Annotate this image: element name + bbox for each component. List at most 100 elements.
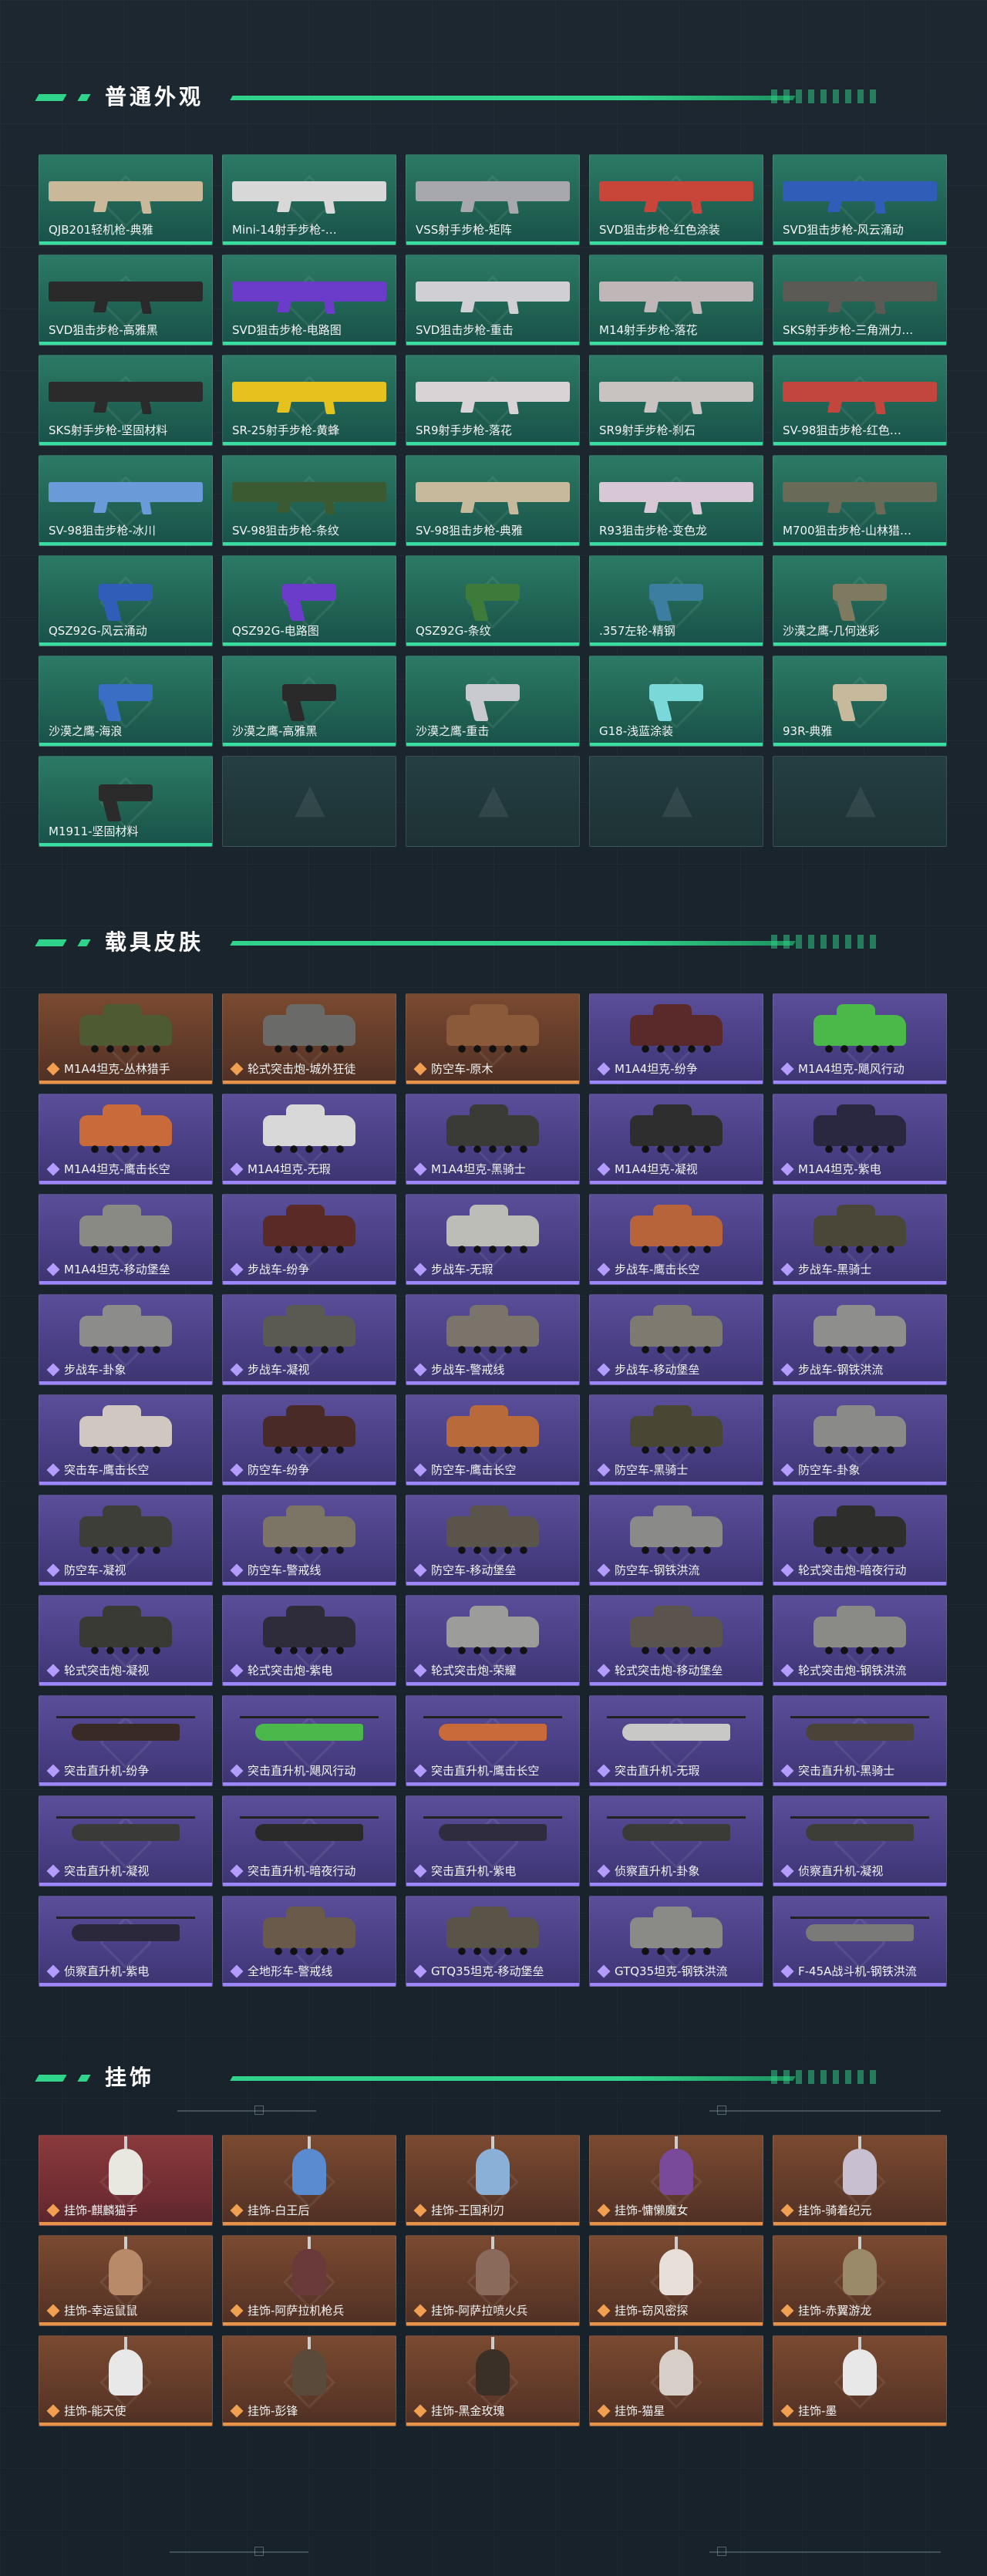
skin-card[interactable]: M1A4坦克-飓风行动 (773, 993, 947, 1084)
skin-card[interactable]: QSZ92G-风云涌动 (39, 555, 213, 646)
skin-card[interactable]: 侦察直升机-卦象 (589, 1795, 763, 1886)
skin-card[interactable]: 突击直升机-黑骑士 (773, 1695, 947, 1786)
skin-card[interactable]: 步战车-凝视 (222, 1294, 396, 1385)
skin-card[interactable]: 沙漠之鹰-高雅黑 (222, 656, 396, 747)
skin-card[interactable]: 挂饰-墨 (773, 2335, 947, 2426)
skin-card[interactable]: SVD狙击步枪-电路图 (222, 255, 396, 346)
skin-card[interactable]: 挂饰-慵懒魔女 (589, 2135, 763, 2226)
skin-card[interactable]: 侦察直升机-凝视 (773, 1795, 947, 1886)
skin-card[interactable]: M700狙击步枪-山林猎… (773, 455, 947, 546)
skin-card[interactable]: 轮式突击炮-城外狂徒 (222, 993, 396, 1084)
skin-card[interactable]: 挂饰-彭锋 (222, 2335, 396, 2426)
skin-card[interactable]: 防空车-鹰击长空 (406, 1394, 580, 1485)
skin-card[interactable]: 步战车-卦象 (39, 1294, 213, 1385)
skin-card[interactable]: QJB201轻机枪-典雅 (39, 154, 213, 245)
skin-card[interactable]: GTQ35坦克-钢铁洪流 (589, 1896, 763, 1987)
item-image (780, 2237, 940, 2299)
skin-card[interactable]: F-45A战斗机-钢铁洪流 (773, 1896, 947, 1987)
skin-card[interactable]: 挂饰-幸运鼠鼠 (39, 2235, 213, 2326)
skin-card[interactable]: 突击直升机-无瑕 (589, 1695, 763, 1786)
skin-card[interactable]: M1A4坦克-纷争 (589, 993, 763, 1084)
skin-card[interactable]: 步战车-警戒线 (406, 1294, 580, 1385)
skin-card[interactable]: M1A4坦克-紫电 (773, 1094, 947, 1185)
item-name: 挂饰-白王后 (248, 2203, 310, 2217)
skin-card[interactable]: SKS射手步枪-三角洲力… (773, 255, 947, 346)
skin-card[interactable]: QSZ92G-电路图 (222, 555, 396, 646)
skin-card[interactable]: 轮式突击炮-钢铁洪流 (773, 1595, 947, 1686)
skin-card[interactable]: 步战车-钢铁洪流 (773, 1294, 947, 1385)
skin-card[interactable]: M1A4坦克-凝视 (589, 1094, 763, 1185)
skin-card[interactable]: 挂饰-麒麟猫手 (39, 2135, 213, 2226)
skin-card[interactable]: 防空车-警戒线 (222, 1495, 396, 1586)
skin-card[interactable]: GTQ35坦克-移动堡垒 (406, 1896, 580, 1987)
skin-card[interactable]: SR-25射手步枪-黄蜂 (222, 355, 396, 446)
skin-card[interactable]: 步战车-黑骑士 (773, 1194, 947, 1285)
skin-card[interactable]: 沙漠之鹰-几何迷彩 (773, 555, 947, 646)
skin-card[interactable]: M1A4坦克-黑骑士 (406, 1094, 580, 1185)
skin-card[interactable]: SV-98狙击步枪-典雅 (406, 455, 580, 546)
skin-card[interactable]: 沙漠之鹰-海浪 (39, 656, 213, 747)
skin-card[interactable]: 沙漠之鹰-重击 (406, 656, 580, 747)
skin-card[interactable]: M1911-坚固材料 (39, 756, 213, 847)
skin-card[interactable]: 轮式突击炮-移动堡垒 (589, 1595, 763, 1686)
skin-card[interactable]: 防空车-黑骑士 (589, 1394, 763, 1485)
skin-card[interactable]: 突击直升机-飓风行动 (222, 1695, 396, 1786)
vehicle-image (79, 1606, 172, 1655)
skin-card[interactable]: 挂饰-赤翼游龙 (773, 2235, 947, 2326)
skin-card[interactable]: 步战车-纷争 (222, 1194, 396, 1285)
skin-card[interactable]: 轮式突击炮-紫电 (222, 1595, 396, 1686)
skin-card[interactable]: SVD狙击步枪-高雅黑 (39, 255, 213, 346)
skin-card[interactable]: 挂饰-王国利刃 (406, 2135, 580, 2226)
skin-card[interactable]: 挂饰-阿萨拉机枪兵 (222, 2235, 396, 2326)
skin-card[interactable]: 步战车-鹰击长空 (589, 1194, 763, 1285)
skin-card[interactable]: 轮式突击炮-暗夜行动 (773, 1495, 947, 1586)
skin-card[interactable]: SR9射手步枪-落花 (406, 355, 580, 446)
skin-card[interactable]: M1A4坦克-鹰击长空 (39, 1094, 213, 1185)
skin-card[interactable]: SR9射手步枪-刹石 (589, 355, 763, 446)
skin-card[interactable]: 挂饰-白王后 (222, 2135, 396, 2226)
skin-card[interactable]: 挂饰-猫星 (589, 2335, 763, 2426)
skin-card[interactable]: 步战车-移动堡垒 (589, 1294, 763, 1385)
skin-card[interactable]: 防空车-卦象 (773, 1394, 947, 1485)
skin-card[interactable]: 挂饰-能天使 (39, 2335, 213, 2426)
skin-card[interactable]: SVD狙击步枪-风云涌动 (773, 154, 947, 245)
skin-card[interactable]: SV-98狙击步枪-冰川 (39, 455, 213, 546)
skin-card[interactable]: 全地形车-警戒线 (222, 1896, 396, 1987)
skin-card[interactable]: VSS射手步枪-矩阵 (406, 154, 580, 245)
skin-card[interactable]: 挂饰-黑金玫瑰 (406, 2335, 580, 2426)
skin-card[interactable]: M1A4坦克-无瑕 (222, 1094, 396, 1185)
skin-card[interactable]: 轮式突击炮-荣耀 (406, 1595, 580, 1686)
skin-card[interactable]: 突击直升机-鹰击长空 (406, 1695, 580, 1786)
skin-card[interactable]: SV-98狙击步枪-红色… (773, 355, 947, 446)
skin-card[interactable]: 防空车-移动堡垒 (406, 1495, 580, 1586)
skin-card[interactable]: 挂饰-骑着纪元 (773, 2135, 947, 2226)
skin-card[interactable]: 突击直升机-凝视 (39, 1795, 213, 1886)
skin-card[interactable]: 突击直升机-紫电 (406, 1795, 580, 1886)
skin-card[interactable]: SKS射手步枪-坚固材料 (39, 355, 213, 446)
skin-card[interactable]: 防空车-钢铁洪流 (589, 1495, 763, 1586)
skin-card[interactable]: QSZ92G-条纹 (406, 555, 580, 646)
skin-card[interactable]: 防空车-凝视 (39, 1495, 213, 1586)
skin-card[interactable]: R93狙击步枪-变色龙 (589, 455, 763, 546)
skin-card[interactable]: M1A4坦克-移动堡垒 (39, 1194, 213, 1285)
skin-card[interactable]: 轮式突击炮-凝视 (39, 1595, 213, 1686)
skin-card[interactable]: 挂饰-阿萨拉喷火兵 (406, 2235, 580, 2326)
skin-card[interactable]: SV-98狙击步枪-条纹 (222, 455, 396, 546)
skin-card[interactable]: Mini-14射手步枪-… (222, 154, 396, 245)
skin-card[interactable]: 突击直升机-纷争 (39, 1695, 213, 1786)
skin-card[interactable]: M1A4坦克-丛林猎手 (39, 993, 213, 1084)
skin-card[interactable]: SVD狙击步枪-重击 (406, 255, 580, 346)
skin-card[interactable]: 突击车-鹰击长空 (39, 1394, 213, 1485)
skin-card[interactable]: G18-浅蓝涂装 (589, 656, 763, 747)
skin-card[interactable]: 防空车-纷争 (222, 1394, 396, 1485)
weapon-image (649, 684, 703, 701)
skin-card[interactable]: 突击直升机-暗夜行动 (222, 1795, 396, 1886)
skin-card[interactable]: 挂饰-窃风密探 (589, 2235, 763, 2326)
skin-card[interactable]: SVD狙击步枪-红色涂装 (589, 154, 763, 245)
skin-card[interactable]: M14射手步枪-落花 (589, 255, 763, 346)
skin-card[interactable]: .357左轮-精钢 (589, 555, 763, 646)
skin-card[interactable]: 防空车-原木 (406, 993, 580, 1084)
skin-card[interactable]: 步战车-无瑕 (406, 1194, 580, 1285)
skin-card[interactable]: 侦察直升机-紫电 (39, 1896, 213, 1987)
skin-card[interactable]: 93R-典雅 (773, 656, 947, 747)
